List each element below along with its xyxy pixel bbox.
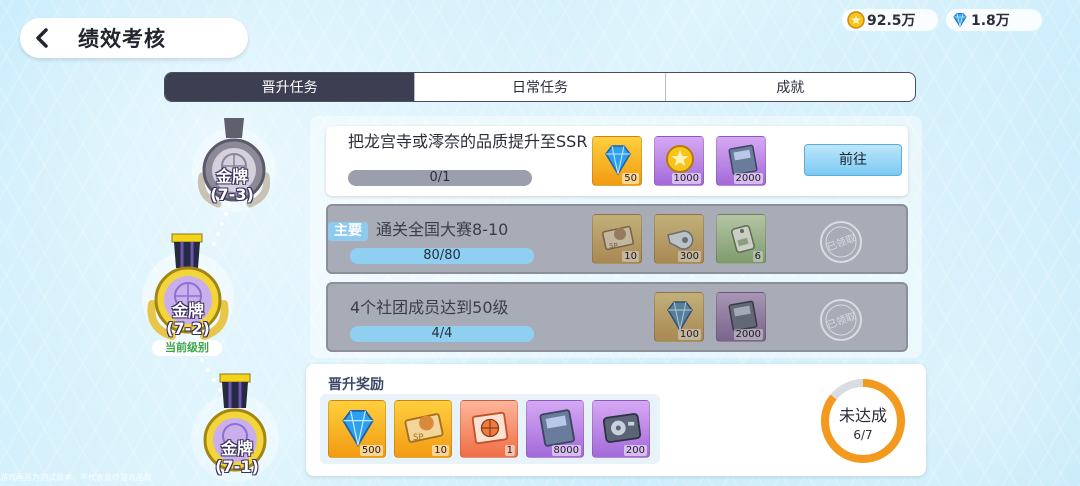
diamond-icon (342, 409, 374, 447)
reward-item-hard-drive[interactable]: 200 (592, 400, 650, 458)
reward-item-diamond[interactable]: 50 (592, 136, 642, 186)
reward-count: 500 (359, 445, 383, 456)
reward-count: 10 (432, 445, 449, 456)
claimed-stamp: 已领取 (820, 299, 862, 341)
reward-item-card[interactable]: 2000 (716, 136, 766, 186)
diamond-icon (667, 301, 693, 332)
reward-item-tag[interactable]: 6 (716, 214, 766, 264)
back-button[interactable] (20, 18, 64, 58)
svg-text:SP: SP (413, 433, 424, 443)
claimed-stamp-text: 已领取 (825, 309, 858, 331)
reward-item-coin[interactable]: 1000 (654, 136, 704, 186)
task-title-wrap: 主要 通关全国大赛8-10 (328, 220, 588, 241)
tab-daily-tasks[interactable]: 日常任务 (414, 73, 664, 101)
task-list: 把龙宫寺或澪奈的品质提升至SSR 0/1 50 1000 2000 前往 主要通… (310, 116, 922, 358)
task-progress-bar: 0/1 (348, 170, 532, 186)
task-row: 把龙宫寺或澪奈的品质提升至SSR 0/1 50 1000 2000 前往 (326, 126, 908, 196)
reward-count: 10 (622, 251, 639, 262)
card-icon (728, 300, 758, 332)
diamond-icon (953, 13, 967, 28)
reward-count: 200 (623, 445, 647, 456)
medal-7-3-label: 金牌 (7-3) (210, 167, 254, 204)
reward-item-card[interactable]: 2000 (716, 292, 766, 342)
promotion-rewards-items: 500 SP 10 1 8000 200 (320, 394, 660, 464)
task-progress-text: 0/1 (429, 170, 451, 185)
gold-coin-icon (847, 11, 865, 29)
task-progress-text: 80/80 (423, 248, 461, 263)
diamond-currency-counter[interactable]: 1.8万 (946, 9, 1042, 31)
coin-icon (666, 145, 694, 173)
svg-text:SP: SP (609, 242, 618, 250)
promotion-rewards-panel: 500 SP 10 1 8000 200 晋升奖励 未达成 6/7 (306, 364, 926, 476)
task-row: 主要 通关全国大赛8-10 80/80 SP 10 300 6 已领取 (326, 204, 908, 274)
reward-count: 8000 (551, 445, 581, 456)
diamond-amount: 1.8万 (971, 13, 1010, 29)
claimed-stamp: 已领取 (820, 221, 862, 263)
page-title: 绩效考核 (78, 27, 166, 51)
claimed-stamp-text: 已领取 (825, 231, 858, 253)
card-icon (539, 409, 575, 447)
task-row: 4个社团成员达到50级 4/4 100 2000 已领取 (326, 282, 908, 352)
chevron-left-icon (36, 28, 48, 48)
promotion-status-text: 未达成 (838, 406, 887, 425)
promotion-progress-text: 6/7 (853, 428, 873, 442)
diamond-icon (605, 145, 631, 176)
reward-count: 2000 (733, 173, 763, 184)
basketball-ticket-icon (471, 411, 509, 445)
sp-ticket-icon: SP (404, 413, 444, 443)
task-title: 把龙宫寺或澪奈的品质提升至SSR (348, 132, 588, 151)
sp-ticket-icon: SP (602, 225, 634, 251)
current-level-tag: 当前级别 (152, 340, 222, 356)
task-tabs: 晋升任务 日常任务 成就 (164, 72, 916, 102)
reward-count: 300 (677, 251, 701, 262)
card-icon (728, 144, 758, 176)
gold-amount: 92.5万 (867, 13, 916, 29)
whistle-icon (667, 230, 694, 250)
title-bar: 绩效考核 (20, 18, 248, 58)
reward-item-basketball-ticket[interactable]: 1 (460, 400, 518, 458)
reward-count: 100 (677, 329, 701, 340)
task-progress-bar: 80/80 (350, 248, 534, 264)
task-title: 通关全国大赛8-10 (376, 220, 509, 239)
task-progress-text: 4/4 (431, 326, 453, 341)
reward-count: 50 (622, 173, 639, 184)
reward-count: 1 (504, 445, 515, 456)
task-title: 4个社团成员达到50级 (350, 298, 509, 317)
medal-7-2-label: 金牌 (7-2) (166, 301, 210, 338)
task-progress-bar: 4/4 (350, 326, 534, 342)
disclaimer-text: 游戏画面为测试版本，不代表最终游戏品质 (0, 473, 152, 482)
tag-icon (731, 225, 755, 253)
promotion-rewards-title: 晋升奖励 (328, 377, 384, 393)
gold-currency-counter[interactable]: 92.5万 (842, 9, 938, 31)
reward-item-whistle[interactable]: 300 (654, 214, 704, 264)
reward-count: 6 (752, 251, 763, 262)
reward-item-card[interactable]: 8000 (526, 400, 584, 458)
go-button[interactable]: 前往 (804, 144, 902, 176)
tab-achievements[interactable]: 成就 (664, 73, 915, 101)
reward-item-sp-ticket[interactable]: SP 10 (394, 400, 452, 458)
hard-drive-icon (602, 413, 642, 443)
tab-promotion-tasks[interactable]: 晋升任务 (165, 73, 415, 101)
reward-item-diamond[interactable]: 500 (328, 400, 386, 458)
reward-count: 2000 (733, 329, 763, 340)
reward-item-sp-ticket[interactable]: SP 10 (592, 214, 642, 264)
main-task-tag: 主要 (328, 222, 368, 241)
reward-item-diamond[interactable]: 100 (654, 292, 704, 342)
medal-7-1-label: 金牌 (7-1) (215, 439, 259, 476)
reward-count: 1000 (671, 173, 701, 184)
